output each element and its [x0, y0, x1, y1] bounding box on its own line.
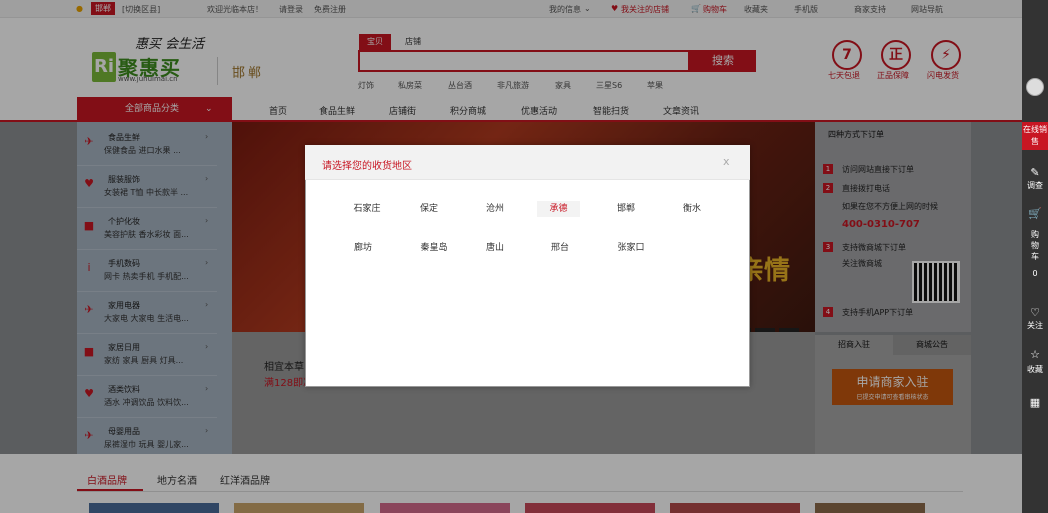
city-option[interactable]: 唐山 [477, 240, 513, 256]
city-option[interactable]: 邢台 [542, 240, 578, 256]
city-option[interactable]: 沧州 [477, 201, 513, 217]
cart-label[interactable]: 购物车 [1022, 229, 1048, 262]
close-icon[interactable]: x [723, 155, 730, 168]
star-icon[interactable]: ☆ [1022, 348, 1048, 361]
avatar[interactable] [1026, 78, 1044, 96]
city-option[interactable]: 张家口 [610, 240, 652, 256]
pencil-icon[interactable]: ✎ [1022, 166, 1048, 179]
qrcode-icon[interactable]: ▦ [1022, 396, 1048, 409]
cart-count: 0 [1032, 269, 1038, 278]
region-select-dialog [305, 145, 750, 387]
dialog-title: 请选择您的收货地区 [322, 161, 412, 172]
city-option[interactable]: 衡水 [674, 201, 710, 217]
city-option-selected[interactable]: 承德 [537, 201, 580, 217]
follow-label[interactable]: 关注 [1022, 320, 1048, 331]
online-sales-button[interactable]: 在线销售 [1022, 122, 1048, 150]
city-option[interactable]: 保定 [411, 201, 447, 217]
survey-label[interactable]: 调查 [1022, 180, 1048, 191]
heart-icon[interactable]: ♡ [1022, 306, 1048, 319]
favorite-label[interactable]: 收藏 [1022, 364, 1048, 375]
cart-icon[interactable]: 🛒 [1022, 207, 1048, 220]
city-option[interactable]: 廊坊 [345, 240, 381, 256]
city-option[interactable]: 邯郸 [608, 201, 644, 217]
city-option[interactable]: 石家庄 [349, 201, 385, 217]
city-option[interactable]: 秦皇岛 [413, 240, 455, 256]
